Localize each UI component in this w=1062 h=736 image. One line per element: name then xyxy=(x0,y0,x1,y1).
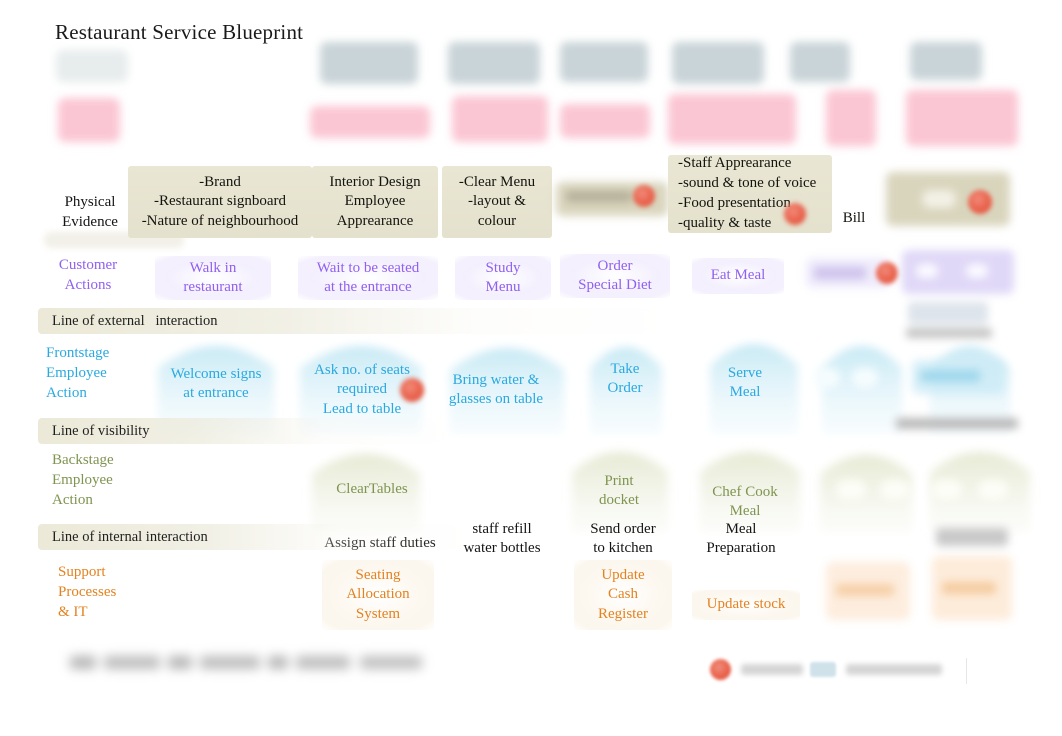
legend-divider xyxy=(966,658,967,684)
ghost-label xyxy=(942,582,996,594)
support-cell-1: Seating Allocation System xyxy=(322,560,434,630)
top-blurred-region xyxy=(48,38,1058,160)
backstage-cell-4-blurred xyxy=(832,472,920,510)
physical-evidence-cell-3: -Clear Menu -layout & colour xyxy=(442,166,552,238)
ghost-hole xyxy=(932,480,962,500)
ghost-chip xyxy=(56,50,128,82)
row-label-support-processes: Support Processes & IT xyxy=(58,564,117,620)
legend xyxy=(700,650,1010,694)
frontstage-tail-blurred xyxy=(896,412,1022,436)
line-of-external-interaction: Line of external interaction xyxy=(38,308,678,334)
ghost-chip xyxy=(58,98,120,142)
row-label-backstage: Backstage Employee Action xyxy=(52,452,114,508)
ghost-chip xyxy=(668,94,796,144)
ghost-chip xyxy=(672,42,764,84)
ghost-text-run xyxy=(360,656,422,669)
physical-evidence-cell-1: -Brand -Restaurant signboard -Nature of … xyxy=(128,166,312,238)
ghost-label xyxy=(906,328,992,338)
support-cell-3: Update stock xyxy=(692,590,800,620)
ghost-chip xyxy=(790,42,850,82)
legend-item-swatch xyxy=(810,662,942,677)
blue-swatch-icon xyxy=(810,662,836,677)
frontstage-cell-6-blurred xyxy=(810,362,894,400)
ghost-text-run xyxy=(296,656,350,669)
ghost-label xyxy=(836,584,894,596)
pain-point-dot xyxy=(876,262,898,284)
ghost-chip xyxy=(452,96,548,142)
pain-point-dot xyxy=(400,378,424,402)
backstage-cell-1: ClearTables xyxy=(336,481,408,498)
ghost-chip xyxy=(448,42,540,84)
physical-evidence-cell-5: -Staff Apprearance -sound & tone of voic… xyxy=(668,155,832,233)
ghost-label xyxy=(920,370,980,382)
customer-actions-cell-1: Walk in restaurant xyxy=(155,256,271,300)
ghost-text-run xyxy=(268,656,288,669)
pain-point-dot xyxy=(633,185,655,207)
ca-tail-blurred xyxy=(900,302,996,344)
frontstage-cell-1: Welcome signs at entrance xyxy=(170,365,262,401)
ghost-label xyxy=(566,191,632,202)
support-cell-5-blurred xyxy=(928,556,1018,628)
ghost-chip xyxy=(310,106,430,138)
ghost-hole xyxy=(966,264,988,278)
legend-swatch-label xyxy=(846,664,942,675)
physical-evidence-cell-2: Interior Design Employee Apprearance xyxy=(312,166,438,238)
ghost-text-run xyxy=(104,656,160,669)
physical-evidence-cell-6: Bill xyxy=(842,210,866,227)
frontstage-cell-3: Bring water & glasses on table xyxy=(448,371,544,407)
frontstage-cell-7-blurred xyxy=(912,360,1004,402)
backstage-cell-5-blurred xyxy=(928,472,1018,510)
ghost-hole xyxy=(922,190,956,208)
ghost-text-run xyxy=(200,656,260,669)
support-cell-4-blurred xyxy=(820,562,916,628)
ghost-chip xyxy=(320,42,418,84)
pain-point-dot xyxy=(968,190,992,214)
ghost-label xyxy=(896,418,1018,429)
ghost-chip xyxy=(906,90,1018,146)
ghost-hole xyxy=(880,480,910,500)
ghost-hole xyxy=(814,368,840,388)
blueprint-canvas: Restaurant Service Blueprint Physical Ev… xyxy=(0,0,1062,736)
ghost-box xyxy=(936,528,1008,546)
customer-actions-cell-5: Eat Meal xyxy=(692,258,784,294)
line-of-internal-interaction: Line of internal interaction xyxy=(38,524,478,550)
customer-actions-cell-2: Wait to be seated at the entrance xyxy=(298,256,438,300)
ghost-chip xyxy=(826,90,876,146)
row-label-customer-actions: Customer Actions xyxy=(58,257,118,293)
backstage-note-3: Send order to kitchen xyxy=(590,520,656,556)
customer-actions-cell-7-blurred xyxy=(902,250,1014,300)
line-of-visibility: Line of visibility xyxy=(38,418,458,444)
legend-pain-point-label xyxy=(741,664,803,675)
red-dot-icon xyxy=(710,659,731,680)
customer-actions-cell-4: Order Special Diet xyxy=(560,254,670,298)
support-cell-2: Update Cash Register xyxy=(574,560,672,630)
row-label-frontstage: Frontstage Employee Action xyxy=(46,345,110,401)
pain-point-dot xyxy=(784,203,806,225)
footer-caption-blurred xyxy=(70,652,442,678)
legend-item-pain-point xyxy=(710,659,803,680)
customer-actions-cell-3: Study Menu xyxy=(455,256,551,300)
ghost-chip xyxy=(910,42,982,80)
ghost-text-run xyxy=(70,656,96,669)
frontstage-cell-4: Take Order xyxy=(607,360,643,396)
backstage-cell-2: Print docket xyxy=(599,472,639,508)
ghost-shape xyxy=(908,302,988,324)
backstage-tail-blurred xyxy=(936,524,1012,550)
ghost-chip xyxy=(560,104,650,138)
ghost-chip xyxy=(560,42,648,82)
backstage-cell-3: Chef Cook Meal xyxy=(712,483,778,519)
ghost-hole xyxy=(916,264,938,278)
backstage-note-4: Meal Preparation xyxy=(706,520,776,556)
ghost-hole xyxy=(852,368,878,388)
ghost-text-run xyxy=(168,656,192,669)
ghost-hole xyxy=(978,480,1008,500)
frontstage-cell-5: Serve Meal xyxy=(727,364,763,400)
ghost-hole xyxy=(836,480,866,500)
ghost-label xyxy=(814,267,866,279)
